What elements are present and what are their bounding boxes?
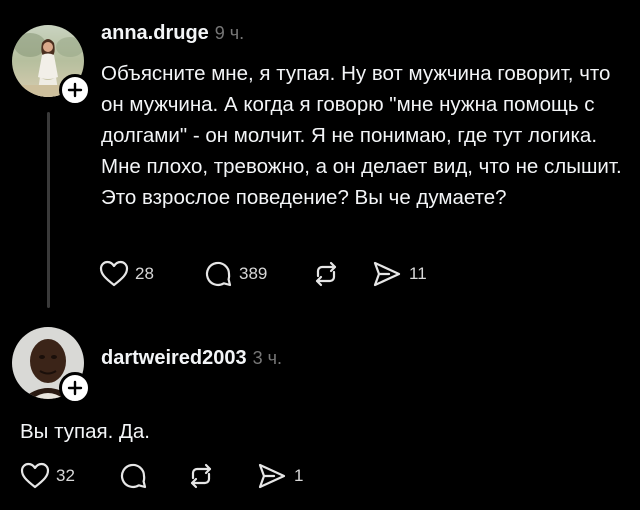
post-author[interactable]: dartweired2003 3 ч. bbox=[101, 347, 282, 370]
comment-icon bbox=[205, 261, 232, 287]
repost-button[interactable] bbox=[311, 259, 371, 289]
heart-icon bbox=[99, 260, 129, 287]
like-count: 32 bbox=[56, 466, 75, 485]
reply-button[interactable] bbox=[118, 461, 186, 491]
username[interactable]: dartweired2003 bbox=[101, 347, 247, 369]
share-count: 1 bbox=[294, 466, 304, 485]
follow-button[interactable] bbox=[59, 372, 91, 404]
reply-count: 389 bbox=[239, 264, 268, 283]
like-count: 28 bbox=[135, 264, 154, 283]
follow-button[interactable] bbox=[59, 74, 91, 106]
post-author[interactable]: anna.druge 9 ч. bbox=[101, 22, 244, 45]
like-button[interactable]: 28 bbox=[99, 260, 203, 288]
plus-icon bbox=[67, 82, 83, 98]
post-text: Объясните мне, я тупая. Ну вот мужчина г… bbox=[101, 62, 622, 209]
comment-icon bbox=[120, 463, 147, 489]
share-icon bbox=[258, 463, 286, 489]
heart-icon bbox=[20, 462, 50, 489]
share-button[interactable]: 1 bbox=[256, 461, 303, 491]
plus-icon bbox=[67, 380, 83, 396]
thread-line bbox=[47, 112, 50, 308]
post-2: dartweired2003 3 ч. Вы тупая. Да. 32 1 bbox=[0, 310, 640, 510]
reply-button[interactable]: 389 bbox=[203, 259, 311, 289]
repost-icon bbox=[190, 463, 212, 489]
share-button[interactable]: 11 bbox=[371, 259, 427, 289]
like-button[interactable]: 32 bbox=[20, 462, 118, 490]
share-count: 11 bbox=[409, 264, 427, 283]
post-actions: 28 389 11 bbox=[99, 259, 427, 289]
post-actions: 32 1 bbox=[20, 461, 303, 491]
post-1: anna.druge 9 ч. Объясните мне, я тупая. Н… bbox=[0, 0, 640, 310]
timestamp: 9 ч. bbox=[214, 23, 245, 43]
post-text: Вы тупая. Да. bbox=[20, 420, 150, 443]
share-icon bbox=[373, 261, 401, 287]
username[interactable]: anna.druge bbox=[101, 22, 209, 44]
timestamp: 3 ч. bbox=[252, 348, 283, 368]
repost-icon bbox=[315, 261, 337, 287]
repost-button[interactable] bbox=[186, 461, 256, 491]
